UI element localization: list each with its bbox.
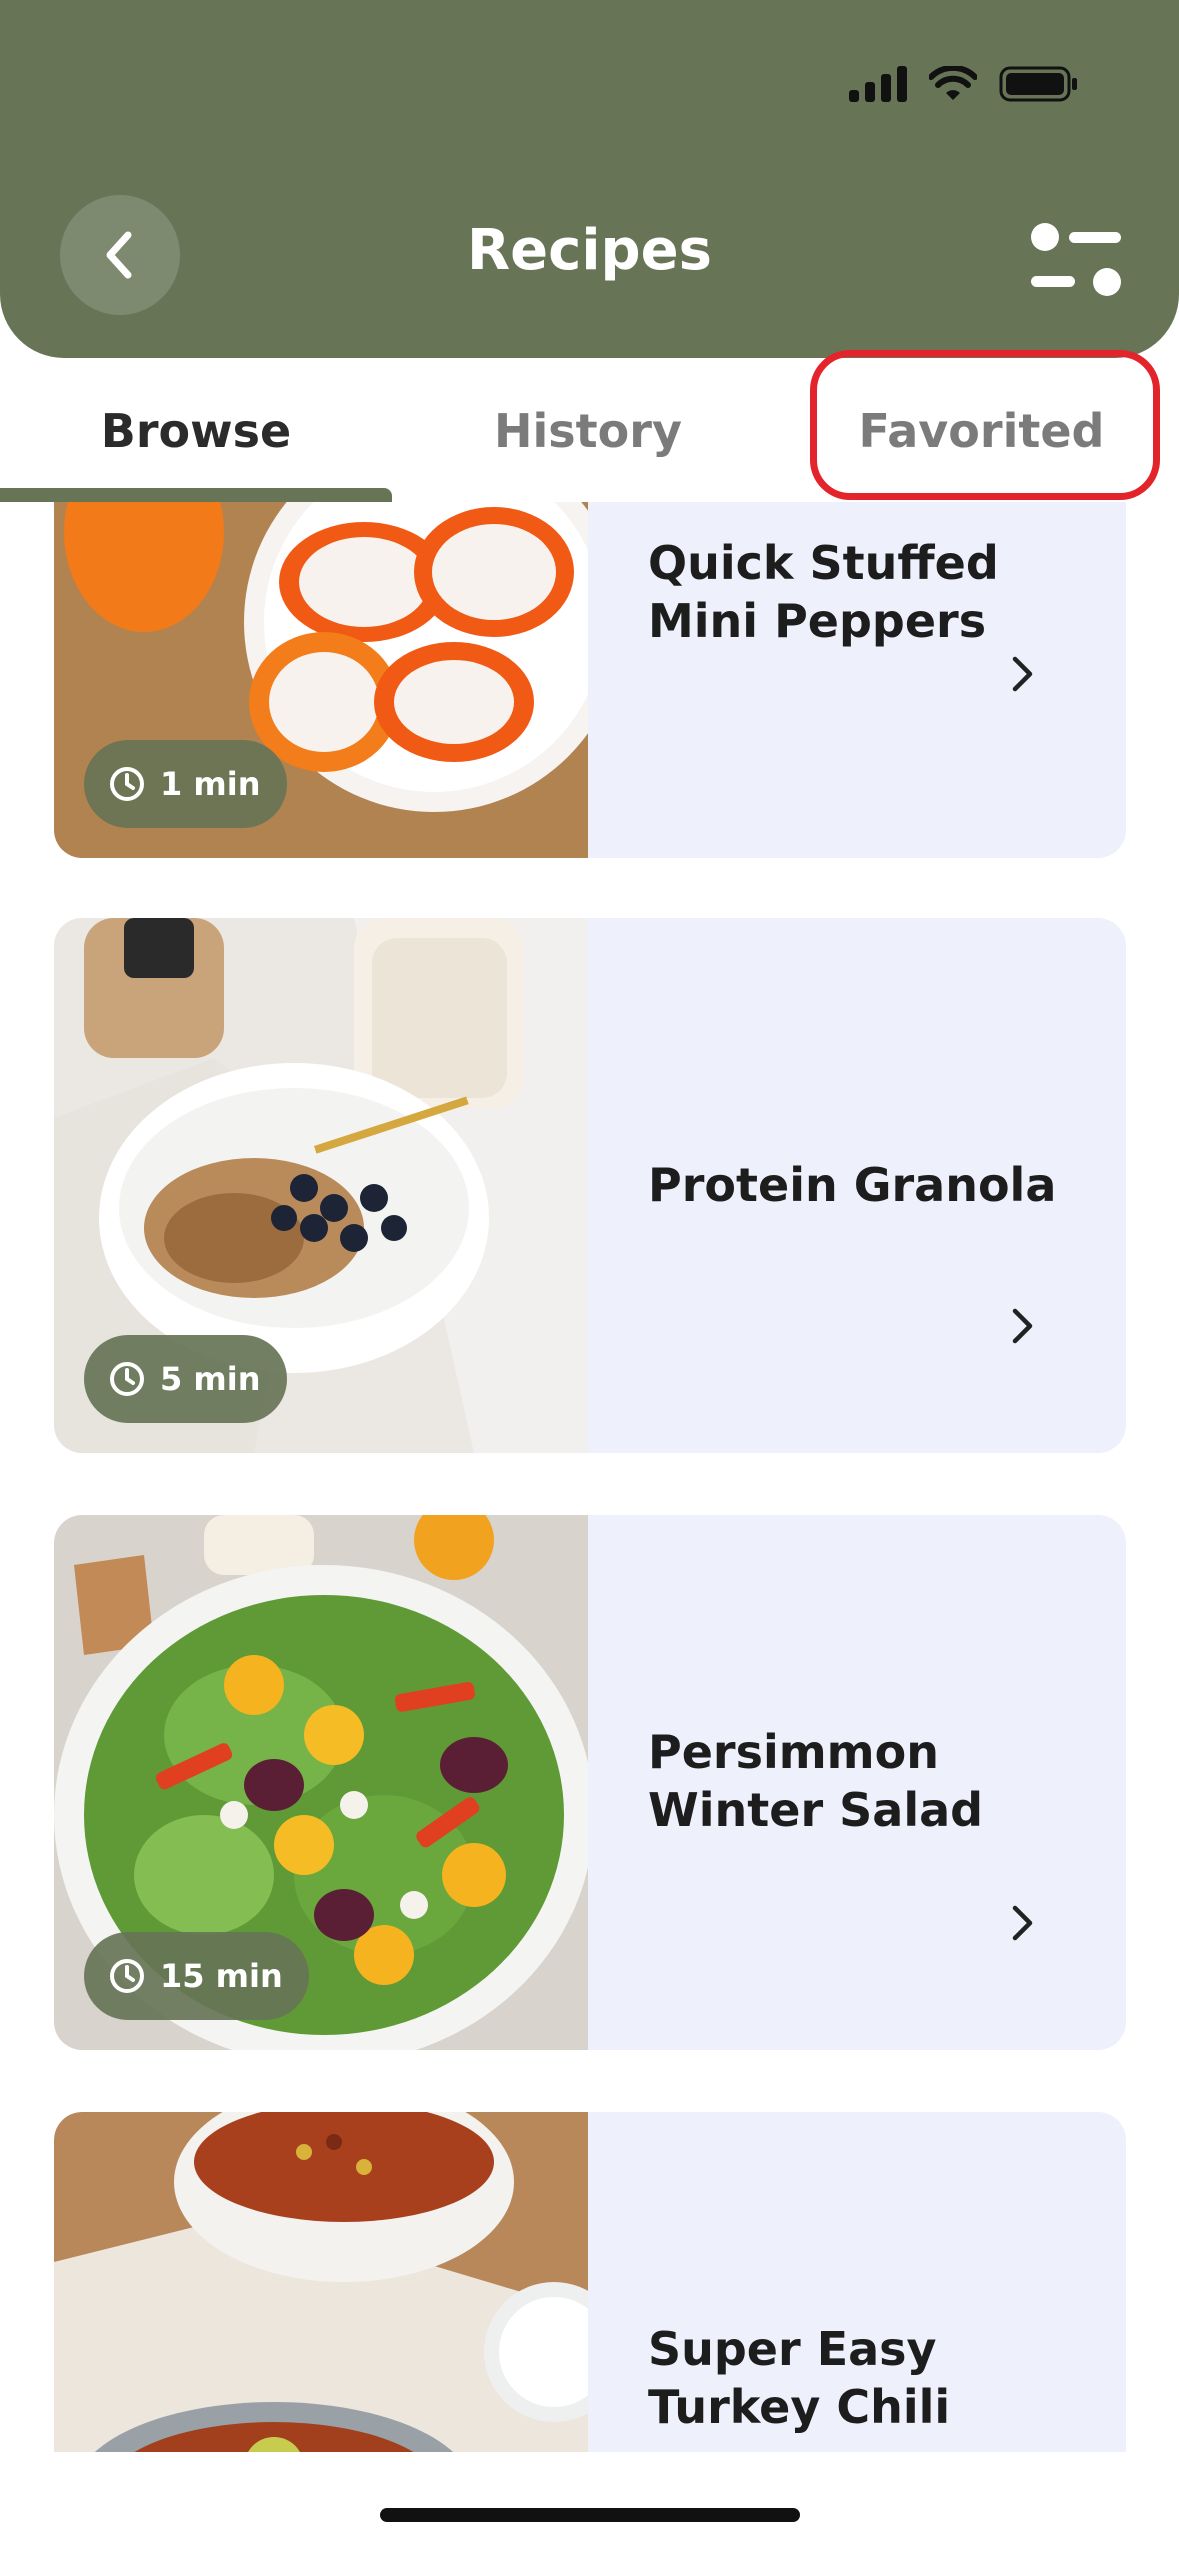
cook-time-badge: 5 min (84, 1335, 287, 1423)
chevron-right-icon (1012, 1308, 1033, 1344)
chevron-right-icon (1012, 1905, 1033, 1941)
cook-time-badge: 1 min (84, 740, 287, 828)
tab-browse[interactable]: Browse (0, 358, 392, 503)
app-header: Recipes (0, 0, 1179, 358)
recipe-title: Quick Stuffed Mini Peppers (648, 536, 999, 648)
recipe-card[interactable]: 5 min Protein Granola (54, 918, 1126, 1453)
cook-time-badge: 15 min (84, 1932, 309, 2020)
recipe-card[interactable]: Super Easy Turkey Chili (54, 2112, 1126, 2452)
page-title: Recipes (467, 218, 712, 283)
cook-time: 15 min (160, 1957, 283, 1995)
battery-icon (999, 64, 1079, 104)
wifi-icon (929, 66, 977, 102)
recipe-card[interactable]: 1 min Quick Stuffed Mini Peppers (54, 502, 1126, 858)
clock-icon (110, 1959, 144, 1993)
recipe-title: Protein Granola (648, 1158, 1057, 1212)
recipe-title: Super Easy Turkey Chili (648, 2322, 951, 2434)
filter-toggle-icon[interactable] (1029, 220, 1124, 305)
recipe-list[interactable]: 1 min Quick Stuffed Mini Peppers 5 min P… (0, 502, 1179, 2452)
active-tab-indicator (0, 488, 392, 502)
recipe-card[interactable]: 15 min Persimmon Winter Salad (54, 1515, 1126, 2050)
favorited-tab-highlight (810, 350, 1160, 500)
chevron-right-icon (1012, 656, 1033, 692)
cellular-signal-icon (849, 66, 907, 102)
tab-history[interactable]: History (392, 358, 784, 503)
cook-time: 5 min (160, 1360, 261, 1398)
cook-time: 1 min (160, 765, 261, 803)
recipe-image (54, 2112, 588, 2452)
clock-icon (110, 1362, 144, 1396)
home-indicator[interactable] (380, 2508, 800, 2522)
status-bar (849, 64, 1079, 104)
clock-icon (110, 767, 144, 801)
recipe-title: Persimmon Winter Salad (648, 1725, 984, 1837)
